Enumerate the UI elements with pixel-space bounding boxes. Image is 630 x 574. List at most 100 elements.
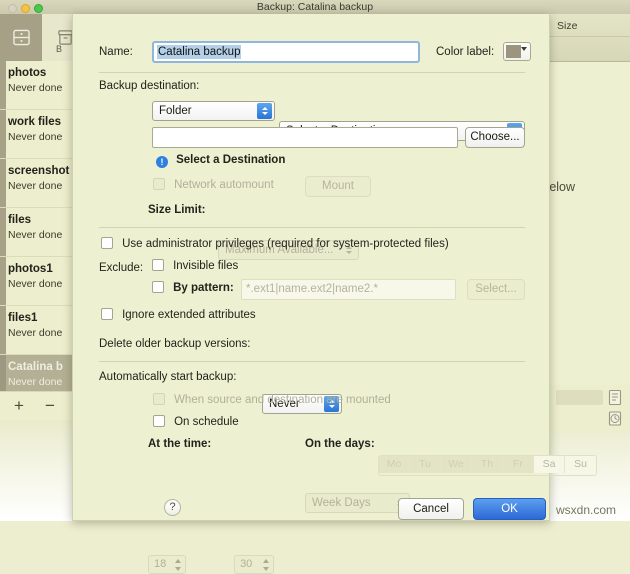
when-mounted-label: When source and destination are mounted [174,394,391,406]
cancel-button[interactable]: Cancel [398,498,464,520]
task-color-swatch [0,61,6,109]
destination-warning-text: Select a Destination [176,154,286,166]
on-days-label: On the days: [305,438,375,450]
day-button-th[interactable]: Th [472,456,503,473]
exclude-label: Exclude: [99,262,144,274]
day-button-mo[interactable]: Mo [379,456,410,473]
chevron-down-icon [521,47,527,51]
on-schedule-checkbox[interactable] [153,415,165,427]
schedule-frequency-popup[interactable]: Week Days [305,493,410,513]
column-header-size: Size [557,20,578,32]
name-input-value: Catalina backup [157,45,242,59]
hour-stepper[interactable]: 18 [148,555,186,574]
color-label-label: Color label: [436,46,495,58]
info-icon: ! [156,156,168,168]
destination-type-popup[interactable]: Folder [152,101,275,121]
day-button-we[interactable]: We [441,456,472,473]
list-item[interactable]: photos1 Never done [0,257,72,306]
pattern-input[interactable]: *.ext1|name.ext2|name2.* [241,279,456,300]
invisible-files-row[interactable]: Invisible files [152,259,238,272]
invisible-files-label: Invisible files [173,260,239,272]
task-name: work files [8,116,62,128]
stepper-arrows-icon [175,558,182,572]
size-limit-label: Size Limit: [148,204,206,216]
destination-path-input[interactable] [152,127,458,148]
ignore-xattr-row[interactable]: Ignore extended attributes [101,308,256,321]
mount-button[interactable]: Mount [305,176,371,197]
when-mounted-checkbox[interactable] [153,393,165,405]
list-item[interactable]: work files Never done [0,110,72,159]
day-button-fr[interactable]: Fr [503,456,534,473]
task-color-swatch [0,159,6,207]
minute-value: 30 [240,558,253,570]
remove-task-button[interactable]: − [45,396,55,416]
on-schedule-label: On schedule [174,416,239,428]
list-item[interactable]: screenshot Never done [0,159,72,208]
task-name: photos1 [8,263,53,275]
list-item[interactable]: files Never done [0,208,72,257]
destination-warning: ! Select a Destination [156,154,285,168]
task-status: Never done [8,327,63,339]
admin-privileges-row[interactable]: Use administrator privileges (required f… [101,237,449,250]
day-button-tu[interactable]: Tu [410,456,441,473]
task-color-swatch [0,110,6,158]
by-pattern-checkbox[interactable] [152,281,164,293]
name-label: Name: [99,46,133,58]
task-status: Never done [8,131,63,143]
clock-icon[interactable] [607,410,623,427]
days-of-week-selector[interactable]: Mo Tu We Th Fr Sa Su [378,455,597,476]
by-pattern-label: By pattern: [173,282,234,294]
admin-privileges-label: Use administrator privileges (required f… [122,238,449,250]
toolbar-sub-label: B [56,44,63,54]
task-name: screenshot [8,165,70,177]
backup-settings-sheet: Name: Catalina backup Color label: Backu… [72,14,597,574]
toolbar-button-drawer[interactable] [0,14,42,61]
choose-button[interactable]: Choose... [465,127,525,148]
task-status: Never done [8,82,63,94]
stepper-arrows-icon [257,103,272,119]
admin-privileges-checkbox[interactable] [101,237,113,249]
task-name: photos [8,67,47,79]
network-automount-label: Network automount [174,179,274,191]
backup-destination-label: Backup destination: [99,80,200,92]
add-task-button[interactable]: + [14,396,24,416]
drawer-icon [12,29,30,46]
column-header-rule [549,36,630,37]
sidebar-footer: + − [0,391,72,420]
document-icon[interactable] [607,389,623,406]
list-item[interactable]: files1 Never done [0,306,72,355]
name-input[interactable]: Catalina backup [152,41,420,63]
at-time-label: At the time: [148,438,212,450]
ignore-xattr-checkbox[interactable] [101,308,113,320]
task-status: Never done [8,376,63,388]
color-swatch [506,45,521,58]
help-button[interactable]: ? [164,499,181,516]
hour-value: 18 [154,558,167,570]
when-mounted-row[interactable]: When source and destination are mounted [153,393,391,406]
task-name: files [8,214,32,226]
task-color-swatch [0,208,6,256]
network-automount-row[interactable]: Network automount [153,178,274,191]
window-title: Backup: Catalina backup [256,1,374,13]
schedule-frequency-value: Week Days [312,497,371,509]
select-pattern-button[interactable]: Select... [467,279,525,300]
day-button-su[interactable]: Su [565,456,596,473]
color-label-popup[interactable] [503,42,531,61]
divider [99,72,525,73]
stepper-arrows-icon [263,558,270,572]
task-status: Never done [8,180,63,192]
task-color-swatch [0,257,6,305]
on-schedule-row[interactable]: On schedule [153,415,239,428]
task-status: Never done [8,229,63,241]
ok-button[interactable]: OK [473,498,546,520]
list-item[interactable]: photos Never done [0,61,72,110]
task-name: Catalina b [8,361,63,373]
by-pattern-row[interactable]: By pattern: [152,281,234,294]
divider [99,361,525,362]
day-button-sa[interactable]: Sa [534,456,565,473]
task-color-swatch [0,306,6,354]
destination-type-value: Folder [159,105,192,117]
minute-stepper[interactable]: 30 [234,555,275,574]
network-automount-checkbox[interactable] [153,178,165,190]
invisible-files-checkbox[interactable] [152,259,164,271]
